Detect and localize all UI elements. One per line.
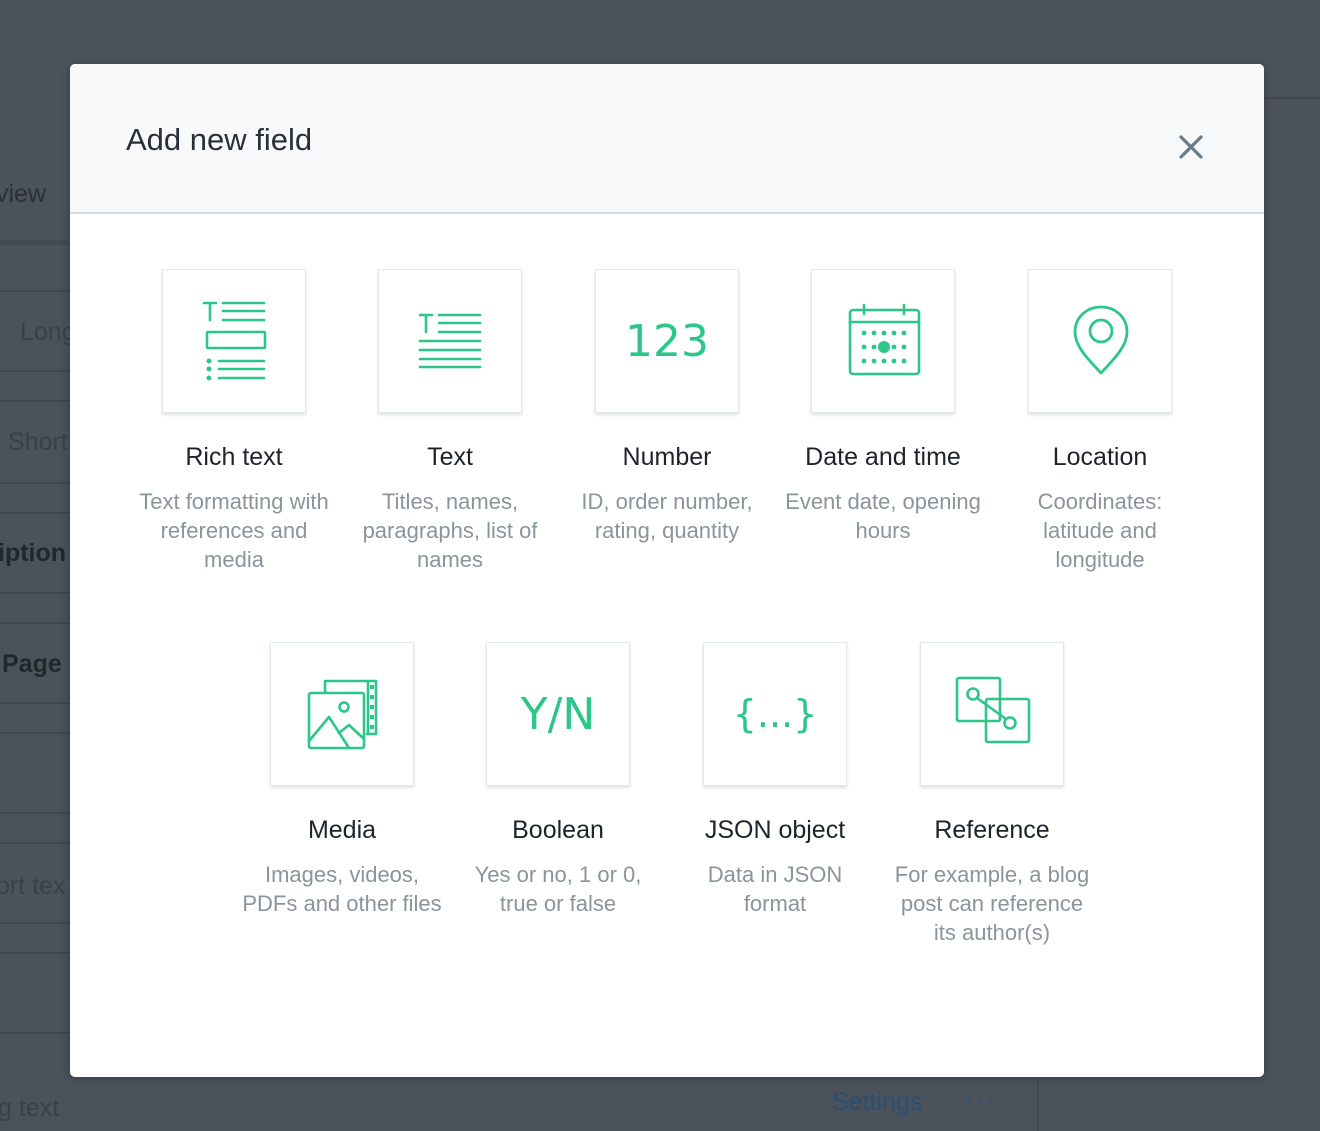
divider xyxy=(0,370,70,372)
field-type-title: Boolean xyxy=(512,816,604,844)
divider xyxy=(0,400,70,402)
background-label: g text xyxy=(0,1094,60,1122)
boolean-icon: Y/N xyxy=(520,688,596,740)
field-type-description: Titles, names, paragraphs, list of names xyxy=(362,489,538,572)
divider xyxy=(0,622,70,624)
field-type-tile[interactable] xyxy=(1028,269,1172,413)
settings-link[interactable]: Settings xyxy=(832,1088,922,1117)
divider xyxy=(0,842,70,844)
field-type-tile[interactable] xyxy=(378,269,522,413)
field-type-description: Text formatting with references and medi… xyxy=(139,489,329,572)
field-type-title: Date and time xyxy=(805,443,961,471)
dialog-header: Add new field xyxy=(70,64,1264,214)
background-field-placeholder: Long xyxy=(20,318,76,346)
divider xyxy=(1037,1080,1039,1131)
field-type-tile[interactable]: {...} xyxy=(703,642,847,786)
divider xyxy=(0,922,70,924)
divider xyxy=(1262,97,1320,99)
field-type-description: Data in JSON format xyxy=(707,862,843,916)
divider xyxy=(0,1032,70,1034)
field-type-title: Reference xyxy=(934,816,1050,844)
location-pin-icon xyxy=(1073,305,1129,375)
calendar-icon xyxy=(848,303,921,376)
field-type-title: Text xyxy=(427,443,473,471)
divider xyxy=(0,240,70,245)
field-type-description: For example, a blog post can reference i… xyxy=(894,862,1090,945)
more-options-icon[interactable]: ··· xyxy=(965,1086,996,1115)
background-label: view xyxy=(0,180,47,208)
field-type-description: Event date, opening hours xyxy=(785,489,981,543)
divider xyxy=(0,512,70,514)
background-field-placeholder: Short xyxy=(8,428,68,456)
divider xyxy=(0,732,70,734)
background-label: iption xyxy=(0,539,67,567)
field-type-tile[interactable] xyxy=(920,642,1064,786)
add-field-dialog: Add new field Rich text Text formatting … xyxy=(70,64,1264,1077)
divider xyxy=(0,592,70,594)
field-type-description: Images, videos, PDFs and other files xyxy=(242,862,442,916)
field-type-description: Coordinates: latitude and longitude xyxy=(1037,489,1163,572)
field-type-title: JSON object xyxy=(704,816,846,844)
field-type-tile[interactable]: 123 xyxy=(595,269,739,413)
field-type-description: ID, order number, rating, quantity xyxy=(581,489,753,543)
reference-icon xyxy=(955,676,1031,744)
text-icon xyxy=(418,313,482,369)
field-type-title: Number xyxy=(622,443,712,471)
divider xyxy=(0,702,70,704)
divider xyxy=(0,952,70,954)
field-type-tile[interactable] xyxy=(270,642,414,786)
field-type-tile[interactable] xyxy=(811,269,955,413)
field-type-description: Yes or no, 1 or 0, true or false xyxy=(474,862,642,916)
close-button[interactable] xyxy=(1174,130,1208,164)
field-type-tile[interactable]: Y/N xyxy=(486,642,630,786)
divider xyxy=(0,482,70,484)
dialog-title: Add new field xyxy=(126,122,313,157)
divider xyxy=(0,812,70,814)
rich-text-icon xyxy=(202,301,267,381)
divider xyxy=(0,290,70,292)
background-label: ort tex xyxy=(0,872,66,900)
background-label: Page xyxy=(2,650,62,678)
field-type-title: Media xyxy=(307,816,377,844)
field-type-title: Location xyxy=(1052,443,1148,471)
number-icon: 123 xyxy=(625,315,709,367)
close-icon xyxy=(1179,135,1203,159)
field-type-title: Rich text xyxy=(185,443,283,471)
json-icon: {...} xyxy=(732,692,818,736)
field-type-tile[interactable] xyxy=(162,269,306,413)
media-icon xyxy=(307,679,378,750)
